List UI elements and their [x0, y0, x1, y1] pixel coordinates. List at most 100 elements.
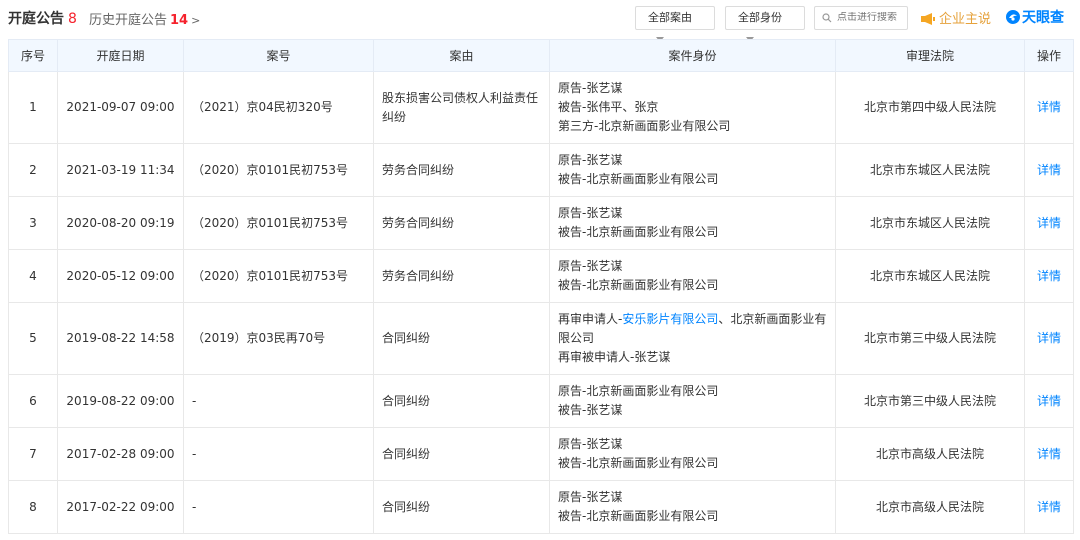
cell-case-no: （2020）京0101民初753号 — [183, 143, 374, 197]
party-line: 被告-北京新画面影业有限公司 — [558, 225, 719, 239]
cell-court: 北京市第三中级人民法院 — [835, 302, 1025, 375]
cell-parties: 原告-张艺谋 被告-北京新画面影业有限公司 — [549, 196, 836, 250]
cause-filter-dropdown[interactable]: 全部案由 — [635, 6, 715, 42]
col-header-index: 序号 — [8, 39, 58, 72]
cell-parties: 原告-张艺谋 被告-北京新画面影业有限公司 — [549, 143, 836, 197]
cell-action: 详情 — [1024, 427, 1074, 481]
cell-cause: 合同纠纷 — [373, 480, 550, 534]
cell-cause: 劳务合同纠纷 — [373, 196, 550, 250]
cell-date: 2021-03-19 11:34 — [57, 143, 184, 197]
party-line: 原告-张艺谋 — [558, 153, 623, 167]
cell-date: 2021-09-07 09:00 — [57, 71, 184, 144]
cause-filter-label: 全部案由 — [648, 11, 692, 24]
detail-link[interactable]: 详情 — [1037, 331, 1061, 345]
identity-filter-dropdown[interactable]: 全部身份 — [725, 6, 805, 42]
cell-parties: 原告-张艺谋 被告-北京新画面影业有限公司 — [549, 249, 836, 303]
table-row: 4 2020-05-12 09:00 （2020）京0101民初753号 劳务合… — [8, 249, 1074, 303]
cell-case-no: （2020）京0101民初753号 — [183, 249, 374, 303]
identity-filter-label: 全部身份 — [738, 11, 782, 24]
history-label: 历史开庭公告 — [89, 13, 168, 28]
col-header-parties: 案件身份 — [549, 39, 836, 72]
cell-index: 2 — [8, 143, 58, 197]
brand-name: 天眼查 — [1022, 10, 1064, 26]
title-count-badge: 8 — [68, 11, 77, 27]
table-row: 6 2019-08-22 09:00 - 合同纠纷 原告-北京新画面影业有限公司… — [8, 374, 1074, 428]
cell-index: 7 — [8, 427, 58, 481]
cell-cause: 劳务合同纠纷 — [373, 143, 550, 197]
col-header-date: 开庭日期 — [57, 39, 184, 72]
cell-action: 详情 — [1024, 71, 1074, 144]
cell-action: 详情 — [1024, 249, 1074, 303]
cell-action: 详情 — [1024, 302, 1074, 375]
cell-cause: 劳务合同纠纷 — [373, 249, 550, 303]
col-header-cause: 案由 — [373, 39, 550, 72]
history-link[interactable]: 历史开庭公告 14 > — [89, 9, 200, 28]
party-line: 原告-张艺谋 — [558, 490, 623, 504]
party-line: 被告-北京新画面影业有限公司 — [558, 172, 719, 186]
cell-index: 5 — [8, 302, 58, 375]
sponsor-link[interactable]: 企业主说 — [920, 8, 991, 27]
cell-index: 6 — [8, 374, 58, 428]
cell-cause: 合同纠纷 — [373, 302, 550, 375]
cell-action: 详情 — [1024, 480, 1074, 534]
col-header-court: 审理法院 — [835, 39, 1025, 72]
sponsor-label: 企业主说 — [939, 12, 992, 27]
detail-link[interactable]: 详情 — [1037, 447, 1061, 461]
cell-parties: 再审申请人-安乐影片有限公司、北京新画面影业有限公司 再审被申请人-张艺谋 — [549, 302, 836, 375]
cell-index: 4 — [8, 249, 58, 303]
cell-court: 北京市高级人民法院 — [835, 427, 1025, 481]
cell-index: 1 — [8, 71, 58, 144]
table-row: 3 2020-08-20 09:19 （2020）京0101民初753号 劳务合… — [8, 196, 1074, 250]
cell-court: 北京市第四中级人民法院 — [835, 71, 1025, 144]
detail-link[interactable]: 详情 — [1037, 394, 1061, 408]
chevron-right-icon: > — [191, 14, 201, 27]
table-row: 7 2017-02-28 09:00 - 合同纠纷 原告-张艺谋 被告-北京新画… — [8, 427, 1074, 481]
page-title: 开庭公告 8 — [8, 8, 77, 28]
cell-date: 2019-08-22 09:00 — [57, 374, 184, 428]
table-header-row: 序号 开庭日期 案号 案由 案件身份 审理法院 操作 — [8, 39, 1074, 72]
cell-action: 详情 — [1024, 374, 1074, 428]
party-line: 被告-北京新画面影业有限公司 — [558, 509, 719, 523]
search-input[interactable] — [837, 12, 905, 23]
search-icon — [822, 13, 832, 23]
cell-case-no: （2020）京0101民初753号 — [183, 196, 374, 250]
cell-index: 8 — [8, 480, 58, 534]
cell-cause: 股东损害公司债权人利益责任纠纷 — [373, 71, 550, 144]
cell-index: 3 — [8, 196, 58, 250]
cell-action: 详情 — [1024, 196, 1074, 250]
cell-date: 2020-05-12 09:00 — [57, 249, 184, 303]
cell-action: 详情 — [1024, 143, 1074, 197]
page-title-text: 开庭公告 — [8, 11, 64, 27]
search-box[interactable] — [814, 6, 908, 30]
history-count: 14 — [170, 13, 189, 28]
col-header-case-no: 案号 — [183, 39, 374, 72]
cell-case-no: - — [183, 480, 374, 534]
cell-case-no: （2019）京03民再70号 — [183, 302, 374, 375]
brand-logo-icon — [1006, 10, 1020, 24]
megaphone-icon — [921, 13, 935, 25]
cell-date: 2017-02-28 09:00 — [57, 427, 184, 481]
detail-link[interactable]: 详情 — [1037, 163, 1061, 177]
top-bar: 开庭公告8 历史开庭公告14> 全部案由 全部身份 企业主说 天眼查 — [0, 0, 1080, 42]
cell-case-no: （2021）京04民初320号 — [183, 71, 374, 144]
party-prefix: 再审申请人- — [558, 312, 623, 326]
cell-date: 2017-02-22 09:00 — [57, 480, 184, 534]
detail-link[interactable]: 详情 — [1037, 269, 1061, 283]
col-header-action: 操作 — [1024, 39, 1074, 72]
cell-date: 2020-08-20 09:19 — [57, 196, 184, 250]
detail-link[interactable]: 详情 — [1037, 216, 1061, 230]
cell-case-no: - — [183, 427, 374, 481]
cell-court: 北京市第三中级人民法院 — [835, 374, 1025, 428]
table-row: 1 2021-09-07 09:00 （2021）京04民初320号 股东损害公… — [8, 71, 1074, 144]
detail-link[interactable]: 详情 — [1037, 500, 1061, 514]
company-link[interactable]: 安乐影片有限公司 — [622, 312, 718, 326]
detail-link[interactable]: 详情 — [1037, 100, 1061, 114]
party-line: 被告-北京新画面影业有限公司 — [558, 278, 719, 292]
cell-case-no: - — [183, 374, 374, 428]
cell-parties: 原告-张艺谋 被告-北京新画面影业有限公司 — [549, 427, 836, 481]
party-line: 原告-北京新画面影业有限公司 — [558, 384, 719, 398]
cell-court: 北京市东城区人民法院 — [835, 249, 1025, 303]
cell-court: 北京市高级人民法院 — [835, 480, 1025, 534]
party-line: 被告-张艺谋 — [558, 403, 623, 417]
cell-parties: 原告-张艺谋 被告-北京新画面影业有限公司 — [549, 480, 836, 534]
